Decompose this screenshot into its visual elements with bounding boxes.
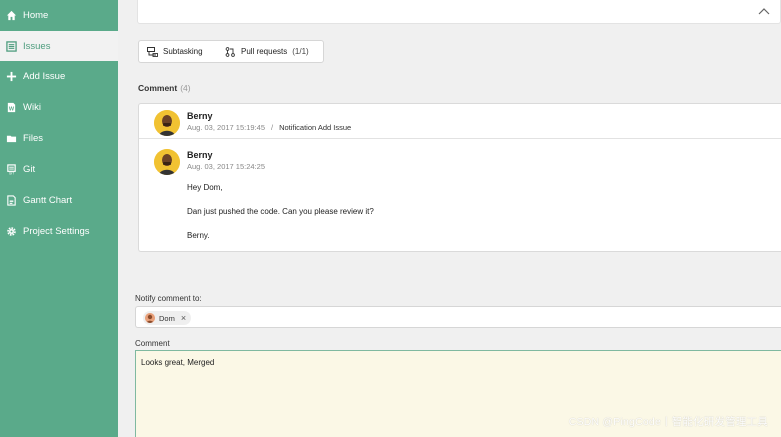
sidebar-item-label: Issues — [23, 40, 51, 52]
sidebar-item-git[interactable]: GIT Git — [0, 154, 118, 184]
svg-text:GIT: GIT — [8, 171, 13, 174]
sidebar-item-label: Project Settings — [23, 225, 90, 237]
comment-author: Berny — [187, 150, 213, 160]
comment-form-label: Comment — [135, 339, 170, 348]
sidebar-item-add-issue[interactable]: Add Issue — [0, 61, 118, 91]
issue-details-panel — [137, 0, 781, 24]
folder-icon — [5, 132, 17, 144]
comment-meta: Aug. 03, 2017 15:24:25 — [187, 162, 265, 171]
sidebar-item-label: Add Issue — [23, 70, 66, 82]
gantt-chart-icon — [5, 194, 17, 206]
subtasking-icon — [147, 46, 158, 57]
git-icon: GIT — [5, 163, 17, 175]
sidebar-item-project-settings[interactable]: Project Settings — [0, 216, 118, 246]
comment-timestamp: Aug. 03, 2017 15:24:25 — [187, 162, 265, 171]
comment-body-line: Hey Dom, — [187, 183, 223, 192]
comments-list: Berny Aug. 03, 2017 15:19:45 / Notificatio… — [138, 103, 781, 252]
sidebar-item-label: Files — [23, 132, 44, 144]
recipient-name: Dom — [159, 313, 175, 323]
chevron-up-icon[interactable] — [758, 3, 770, 15]
comments-count: (4) — [180, 83, 191, 93]
issues-icon — [5, 40, 17, 52]
tab-pull-requests[interactable]: Pull requests (1/1) — [223, 41, 309, 62]
sidebar-item-label: Wiki — [23, 101, 41, 113]
pull-requests-count: (1/1) — [292, 47, 309, 56]
sidebar-item-home[interactable]: Home — [0, 0, 118, 30]
meta-separator: / — [271, 123, 274, 132]
sidebar-item-wiki[interactable]: W Wiki — [0, 92, 118, 122]
comment-body-line: Dan just pushed the code. Can you please… — [187, 207, 374, 216]
sidebar-item-label: Gantt Chart — [23, 194, 73, 206]
plus-icon — [5, 70, 17, 82]
avatar — [145, 313, 155, 323]
sidebar-item-label: Home — [23, 9, 49, 21]
sidebar-item-gantt-chart[interactable]: Gantt Chart — [0, 185, 118, 215]
main-content: Subtasking Pull requests (1/1) Comment (4… — [118, 0, 781, 437]
comment-body-line: Berny. — [187, 231, 210, 240]
comment-meta: Aug. 03, 2017 15:19:45 / Notification Add … — [187, 123, 351, 132]
wiki-icon: W — [5, 101, 17, 113]
comment-timestamp: Aug. 03, 2017 15:19:45 — [187, 123, 265, 132]
gear-icon — [5, 225, 17, 237]
issue-tabs: Subtasking Pull requests (1/1) — [138, 40, 324, 63]
notify-recipients-field[interactable]: Dom × — [135, 306, 781, 328]
avatar — [154, 110, 180, 136]
recipient-chip: Dom × — [143, 311, 192, 325]
sidebar-item-files[interactable]: Files — [0, 123, 118, 153]
avatar — [154, 149, 180, 175]
svg-text:W: W — [8, 106, 14, 112]
close-icon[interactable]: × — [181, 313, 186, 323]
sidebar-item-issues[interactable]: Issues — [0, 31, 118, 61]
tab-label: Pull requests — [241, 47, 288, 56]
sidebar: Home Issues Add Issue W Wiki Files GIT G… — [0, 0, 118, 437]
sidebar-item-label: Git — [23, 163, 36, 175]
comment-item: Berny Aug. 03, 2017 15:24:25 Hey Dom, Da… — [139, 140, 781, 252]
pull-request-icon — [225, 46, 235, 57]
notify-label: Notify comment to: — [135, 294, 202, 303]
comment-item: Berny Aug. 03, 2017 15:19:45 / Notificatio… — [139, 104, 781, 139]
home-icon — [5, 9, 17, 21]
comments-heading-label: Comment — [138, 83, 178, 93]
comment-action: Notification Add Issue — [279, 123, 352, 132]
comment-author: Berny — [187, 111, 213, 121]
watermark: CSDN @PingCode丨智能化研发管理工具 — [568, 416, 768, 428]
tab-subtasking[interactable]: Subtasking — [139, 41, 223, 62]
comments-heading: Comment (4) — [138, 83, 191, 93]
tab-label: Subtasking — [163, 47, 203, 56]
